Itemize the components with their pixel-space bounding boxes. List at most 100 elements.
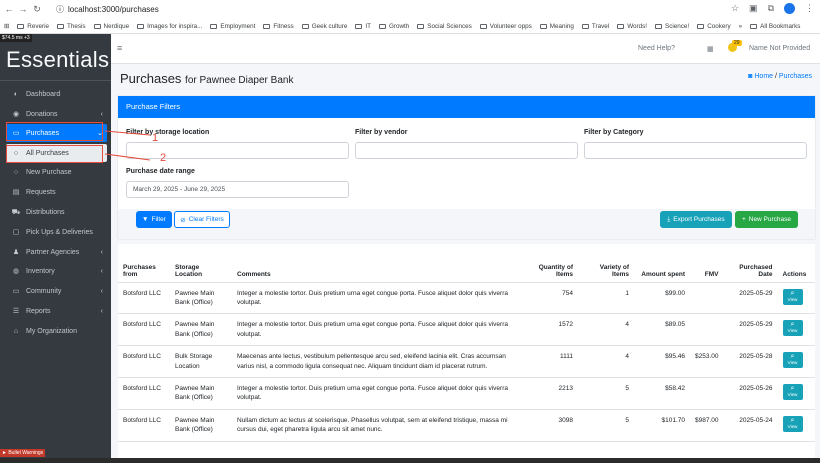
- col-header-date[interactable]: Purchased Date: [723, 244, 778, 283]
- view-label: View: [787, 360, 798, 366]
- cell-variety: 5: [578, 377, 634, 410]
- need-help-link[interactable]: Need Help?: [638, 45, 675, 52]
- view-button[interactable]: ⌕ View: [782, 352, 803, 369]
- cell-variety: 4: [578, 345, 634, 379]
- bookmark-item[interactable]: Reverie: [17, 23, 49, 30]
- folder-icon: [379, 23, 386, 29]
- clear-filters-button[interactable]: ⊘ Clear Filters: [174, 211, 230, 228]
- sidebar-item-community[interactable]: ▭ Community ‹: [6, 282, 107, 300]
- forward-icon[interactable]: →: [18, 4, 28, 14]
- home-icon[interactable]: ◙: [748, 73, 752, 80]
- cell-qty: 1111: [522, 345, 578, 379]
- tab-search-icon[interactable]: ⧉: [768, 3, 774, 14]
- extension-icon[interactable]: ▣: [749, 3, 758, 14]
- sidebar-item-distributions[interactable]: ⛟ Distributions: [6, 203, 107, 221]
- table-row: Botsford LLC Pawnee Main Bank (Office) Nul…: [118, 409, 815, 442]
- apps-icon[interactable]: ⊞: [4, 23, 9, 30]
- vendor-filter-select[interactable]: [355, 142, 578, 159]
- cell-qty: 3098: [522, 409, 578, 442]
- search-icon: ⌕: [790, 321, 795, 329]
- cell-comments: Nullam dictum ac lectus at scelerisque. …: [232, 409, 522, 442]
- bookmarks-overflow[interactable]: »: [739, 23, 743, 30]
- col-header-location[interactable]: Storage Location: [170, 244, 232, 283]
- arrow-2: [104, 153, 151, 161]
- view-button[interactable]: ⌕ View: [782, 415, 803, 432]
- url-text: localhost:3000/purchases: [68, 5, 159, 14]
- breadcrumb-current[interactable]: Purchases: [779, 73, 812, 80]
- menu-icon[interactable]: ⋮: [805, 3, 814, 14]
- cell-actions: ⌕ View: [777, 282, 815, 315]
- breadcrumb-home[interactable]: Home: [754, 73, 773, 80]
- donations-icon: ◉: [12, 111, 20, 118]
- filter-button[interactable]: ▼ Filter: [136, 211, 172, 228]
- bookmark-item[interactable]: Thesis: [56, 23, 86, 30]
- folder-icon: [301, 23, 309, 29]
- calendar-icon[interactable]: ▦: [707, 45, 714, 53]
- col-header-comments[interactable]: Comments: [232, 244, 522, 283]
- cart-icon: ⛟: [11, 208, 21, 216]
- bookmark-item[interactable]: Volunteer opps: [479, 23, 532, 30]
- cell-location: Bulk Storage Location: [170, 345, 232, 379]
- sidebar-item-pick-ups-deliveries[interactable]: ▢ Pick Ups & Deliveries: [6, 223, 107, 241]
- bookmark-item[interactable]: IT: [355, 23, 371, 30]
- search-icon: ⌕: [790, 416, 795, 424]
- sidebar-item-purchases[interactable]: ▭ Purchases ⌄: [6, 124, 107, 142]
- sidebar-item-reports[interactable]: ☰ Reports ‹: [6, 302, 107, 320]
- bookmark-item[interactable]: Cookery: [697, 23, 731, 30]
- col-header-variety[interactable]: Variety of Items: [578, 244, 634, 283]
- reload-icon[interactable]: ↻: [32, 4, 42, 14]
- sidebar-item-inventory[interactable]: ◍ Inventory ‹: [6, 262, 107, 280]
- bullet-warnings[interactable]: ► Bullet Warnings: [0, 449, 46, 457]
- col-header-qty[interactable]: Quantity of Items: [522, 244, 578, 283]
- sidebar-item-all-purchases[interactable]: ○ All Purchases: [6, 144, 107, 162]
- view-button[interactable]: ⌕ View: [782, 384, 803, 401]
- bookmarks-bar: ⊞ Reverie Thesis Nerdique Images for ins…: [0, 19, 820, 33]
- view-button[interactable]: ⌕ View: [782, 288, 803, 305]
- star-icon[interactable]: ☆: [731, 3, 739, 14]
- category-filter-select[interactable]: [584, 142, 807, 159]
- sidebar-item-donations[interactable]: ◉ Donations ‹: [6, 105, 107, 123]
- bookmark-item[interactable]: Employment: [210, 23, 255, 30]
- sidebar-item-new-purchase[interactable]: ○ New Purchase: [6, 163, 107, 181]
- bookmark-item[interactable]: Travel: [581, 23, 609, 30]
- brand-logo[interactable]: Essentials: [6, 47, 109, 73]
- folder-icon: [697, 23, 705, 29]
- table-row: Botsford LLC Pawnee Main Bank (Office) Int…: [118, 313, 815, 347]
- bookmark-item[interactable]: Nerdique: [93, 23, 129, 30]
- export-purchases-button[interactable]: ⤓ Export Purchases: [660, 211, 732, 228]
- sidebar-item-label: All Purchases: [26, 149, 69, 157]
- cell-location: Pawnee Main Bank (Office): [170, 313, 232, 347]
- sidebar-item-dashboard[interactable]: ◐ Dashboard: [6, 85, 107, 103]
- address-bar[interactable]: ⓘ localhost:3000/purchases: [56, 3, 616, 16]
- cell-qty: 2213: [522, 377, 578, 410]
- bookmark-item[interactable]: Science!: [655, 23, 689, 30]
- new-purchase-button[interactable]: + New Purchase: [735, 211, 798, 228]
- back-icon[interactable]: ←: [4, 4, 14, 14]
- cell-comments: Integer a molestie tortor. Duis pretium …: [232, 282, 522, 315]
- view-label: View: [787, 423, 798, 429]
- all-bookmarks[interactable]: All Bookmarks: [750, 23, 800, 30]
- category-filter-label: Filter by Category: [584, 129, 644, 136]
- bookmark-item[interactable]: Geek culture: [301, 23, 347, 30]
- date-range-input[interactable]: March 29, 2025 - June 29, 2025: [126, 181, 349, 198]
- profile-icon[interactable]: [784, 3, 795, 14]
- folder-icon: [617, 23, 625, 29]
- col-header-from[interactable]: Purchases from: [118, 244, 170, 283]
- cell-from: Botsford LLC: [118, 282, 170, 315]
- user-name[interactable]: Name Not Provided: [749, 45, 810, 52]
- col-header-spent[interactable]: Amount spent: [634, 244, 690, 283]
- search-icon: ⌕: [790, 385, 795, 393]
- hamburger-icon[interactable]: ≡: [117, 43, 122, 53]
- sidebar-item-requests[interactable]: ▤ Requests: [6, 183, 107, 201]
- sidebar-item-my-organization[interactable]: ⌂ My Organization: [6, 322, 107, 340]
- bookmark-item[interactable]: Growth: [379, 23, 409, 30]
- col-header-fmv[interactable]: FMV: [690, 244, 724, 283]
- bookmark-item[interactable]: Social Sciences: [417, 23, 472, 30]
- bookmark-item[interactable]: Words!: [617, 23, 647, 30]
- bookmark-item[interactable]: Fitness: [263, 23, 294, 30]
- view-button[interactable]: ⌕ View: [782, 320, 803, 337]
- cell-date: 2025-05-26: [723, 377, 778, 410]
- sidebar-item-partner-agencies[interactable]: ♟ Partner Agencies ‹: [6, 243, 107, 261]
- bookmark-item[interactable]: Meaning: [539, 23, 574, 30]
- bookmark-item[interactable]: Images for inspira...: [137, 23, 202, 30]
